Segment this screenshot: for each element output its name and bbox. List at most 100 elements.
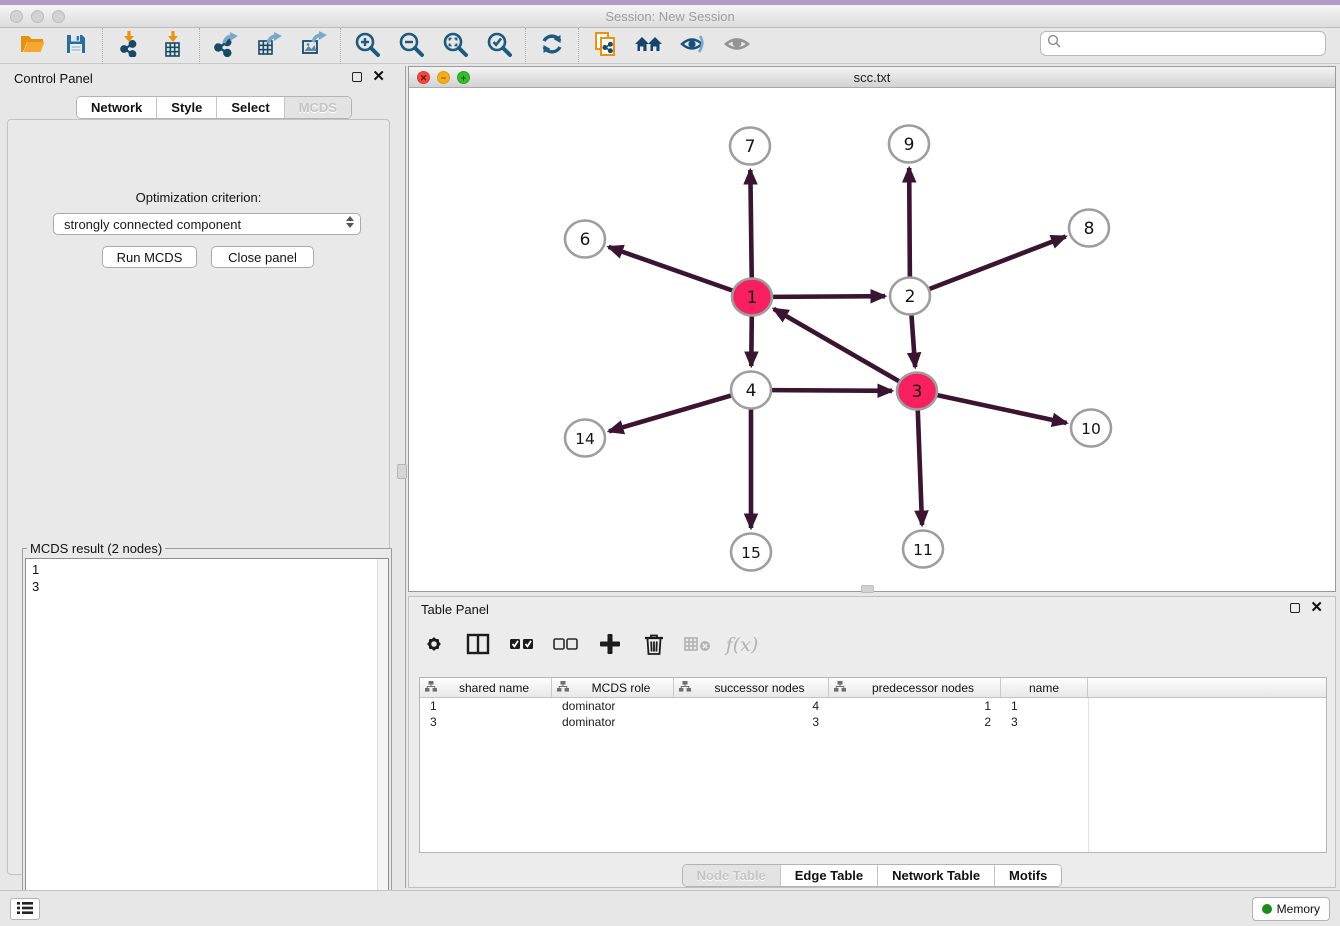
float-table-panel-icon[interactable] bbox=[1290, 603, 1300, 613]
column-header-MCDS-role[interactable]: MCDS role bbox=[552, 678, 674, 697]
graph-node-14[interactable]: 14 bbox=[565, 420, 605, 457]
search-field[interactable] bbox=[1040, 31, 1326, 56]
graph-edge-4-14[interactable] bbox=[609, 395, 732, 431]
memory-status-icon bbox=[1262, 904, 1272, 914]
graph-edge-1-6[interactable] bbox=[609, 247, 733, 291]
graph-edge-3-10[interactable] bbox=[937, 395, 1067, 423]
result-scrollbar[interactable] bbox=[377, 559, 388, 913]
column-header-predecessor-nodes[interactable]: predecessor nodes bbox=[829, 678, 1001, 697]
split-columns-button[interactable] bbox=[463, 630, 493, 660]
graph-edge-1-2[interactable] bbox=[772, 296, 885, 297]
graph-edge-3-11[interactable] bbox=[918, 410, 922, 525]
graph-edge-3-1[interactable] bbox=[774, 309, 900, 382]
graph-edge-2-9[interactable] bbox=[909, 168, 910, 277]
tab-select[interactable]: Select bbox=[217, 97, 284, 118]
cell-name[interactable]: 3 bbox=[1001, 714, 1088, 730]
close-panel-icon[interactable]: ✕ bbox=[372, 72, 385, 82]
float-panel-icon[interactable] bbox=[352, 72, 362, 82]
cell-MCDS-role[interactable]: dominator bbox=[552, 714, 674, 730]
column-header-name[interactable]: name bbox=[1001, 678, 1088, 697]
tab-mcds[interactable]: MCDS bbox=[285, 97, 351, 118]
graph-edge-1-4[interactable] bbox=[751, 316, 752, 366]
network-graph: 1 2 3 4 6 7 8 9 10 11 14 15 bbox=[409, 88, 1335, 591]
graph-node-2[interactable]: 2 bbox=[890, 278, 930, 315]
search-input[interactable] bbox=[1065, 36, 1319, 51]
tab-edge-table[interactable]: Edge Table bbox=[781, 865, 878, 886]
cell-successor-nodes[interactable]: 3 bbox=[674, 714, 829, 730]
delete-column-button[interactable] bbox=[639, 630, 669, 660]
zoom-out-icon bbox=[398, 31, 425, 61]
first-neighbors-button[interactable] bbox=[627, 30, 671, 62]
horizontal-splitter-grip[interactable] bbox=[861, 585, 874, 593]
network-canvas[interactable]: 1 2 3 4 6 7 8 9 10 11 14 15 bbox=[409, 88, 1335, 591]
import-table-button[interactable] bbox=[151, 30, 195, 62]
svg-text:3: 3 bbox=[912, 382, 923, 402]
export-image-button[interactable] bbox=[292, 30, 336, 62]
graph-node-1[interactable]: 1 bbox=[732, 279, 772, 316]
graph-node-8[interactable]: 8 bbox=[1069, 210, 1109, 247]
graph-edge-2-8[interactable] bbox=[929, 237, 1066, 290]
graph-node-4[interactable]: 4 bbox=[731, 372, 771, 409]
hide-selected-button[interactable] bbox=[671, 30, 715, 62]
zoom-selected-button[interactable] bbox=[477, 30, 521, 62]
zoom-fit-button[interactable] bbox=[433, 30, 477, 62]
select-all-rows-button[interactable] bbox=[507, 630, 537, 660]
table-row-1[interactable]: 1dominator411 bbox=[420, 698, 1326, 714]
graph-node-6[interactable]: 6 bbox=[565, 221, 605, 258]
graph-node-15[interactable]: 15 bbox=[731, 534, 771, 571]
refresh-layout-button[interactable] bbox=[530, 30, 574, 62]
clone-network-button[interactable] bbox=[583, 30, 627, 62]
graph-edge-1-7[interactable] bbox=[750, 170, 751, 278]
graph-edge-4-3[interactable] bbox=[771, 390, 892, 391]
export-network-icon bbox=[212, 31, 240, 60]
tab-network[interactable]: Network bbox=[77, 97, 157, 118]
graph-node-9[interactable]: 9 bbox=[889, 126, 929, 163]
cell-MCDS-role[interactable]: dominator bbox=[552, 698, 674, 714]
tab-style[interactable]: Style bbox=[157, 97, 217, 118]
zoom-out-button[interactable] bbox=[389, 30, 433, 62]
svg-text:1: 1 bbox=[747, 288, 758, 308]
zoom-in-button[interactable] bbox=[345, 30, 389, 62]
graph-node-10[interactable]: 10 bbox=[1071, 410, 1111, 447]
tab-network-table[interactable]: Network Table bbox=[878, 865, 995, 886]
add-column-button[interactable] bbox=[595, 630, 625, 660]
table-settings-button[interactable] bbox=[419, 630, 449, 660]
cell-successor-nodes[interactable]: 4 bbox=[674, 698, 829, 714]
show-panels-button[interactable] bbox=[10, 898, 40, 920]
tab-node-table[interactable]: Node Table bbox=[683, 865, 781, 886]
graph-node-7[interactable]: 7 bbox=[730, 128, 770, 165]
svg-text:6: 6 bbox=[580, 230, 591, 250]
column-header-shared-name[interactable]: shared name bbox=[420, 678, 552, 697]
deselect-all-rows-button[interactable] bbox=[551, 630, 581, 660]
graph-edge-2-3[interactable] bbox=[911, 315, 915, 367]
save-session-button[interactable] bbox=[54, 30, 98, 62]
cell-predecessor-nodes[interactable]: 2 bbox=[829, 714, 1001, 730]
network-window-titlebar[interactable]: ✕ − + scc.txt bbox=[409, 67, 1335, 88]
svg-text:9: 9 bbox=[904, 135, 915, 155]
open-session-button[interactable] bbox=[10, 30, 54, 62]
tab-motifs[interactable]: Motifs bbox=[995, 865, 1061, 886]
cell-shared-name[interactable]: 1 bbox=[420, 698, 552, 714]
criterion-select[interactable]: strongly connected component bbox=[53, 213, 361, 235]
cell-shared-name[interactable]: 3 bbox=[420, 714, 552, 730]
column-header-successor-nodes[interactable]: successor nodes bbox=[674, 678, 829, 697]
table-row-2[interactable]: 3dominator323 bbox=[420, 714, 1326, 730]
memory-label: Memory bbox=[1277, 902, 1320, 916]
control-panel-tabs: NetworkStyleSelectMCDS bbox=[76, 96, 352, 119]
import-network-button[interactable] bbox=[107, 30, 151, 62]
export-table-button[interactable] bbox=[248, 30, 292, 62]
cell-name[interactable]: 1 bbox=[1001, 698, 1088, 714]
cell-predecessor-nodes[interactable]: 1 bbox=[829, 698, 1001, 714]
run-mcds-button[interactable]: Run MCDS bbox=[102, 246, 197, 268]
graph-node-11[interactable]: 11 bbox=[903, 531, 943, 568]
mcds-panel: Optimization criterion: strongly connect… bbox=[7, 119, 390, 875]
mcds-result-area[interactable]: 1 3 bbox=[25, 558, 389, 914]
close-panel-button[interactable]: Close panel bbox=[211, 246, 314, 268]
close-table-panel-icon[interactable]: ✕ bbox=[1310, 603, 1323, 613]
graph-node-3[interactable]: 3 bbox=[897, 373, 937, 410]
export-network-button[interactable] bbox=[204, 30, 248, 62]
hierarchy-icon bbox=[425, 681, 437, 695]
memory-button[interactable]: Memory bbox=[1252, 897, 1330, 921]
vertical-splitter-grip[interactable] bbox=[397, 464, 407, 479]
select-stepper-icon bbox=[346, 216, 354, 228]
